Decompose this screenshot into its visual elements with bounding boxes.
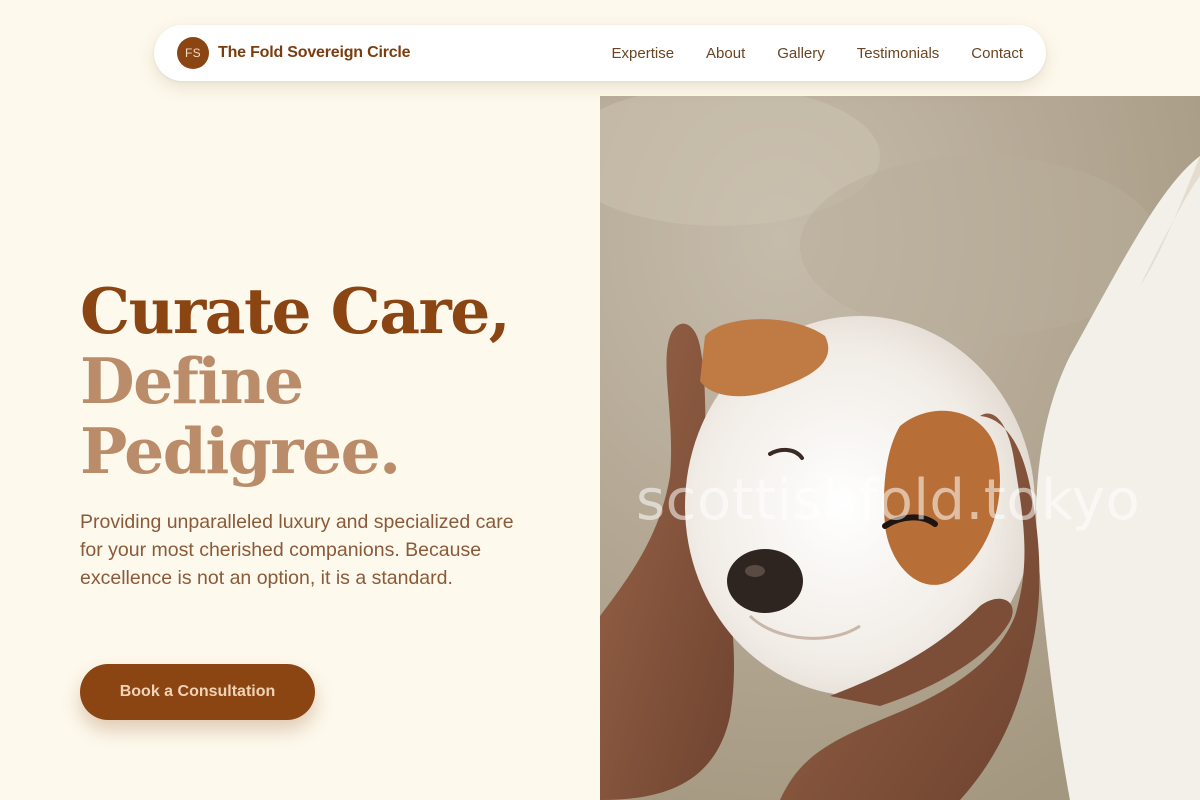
book-consultation-button[interactable]: Book a Consultation [80,664,315,720]
hero-headline: Curate Care, Define Pedigree. [80,276,560,486]
headline-line-2: Define [80,344,304,418]
puppy-illustration [600,96,1200,800]
nav-links: Expertise About Gallery Testimonials Con… [612,45,1023,62]
hero-image: scottishfold.tokyo [600,96,1200,800]
nav-link-contact[interactable]: Contact [971,45,1023,62]
nav-link-about[interactable]: About [706,45,745,62]
headline-line-3: Pedigree. [80,414,401,488]
nav-link-expertise[interactable]: Expertise [612,45,675,62]
hero-subtitle: Providing unparalleled luxury and specia… [80,511,514,589]
navbar: FS The Fold Sovereign Circle Expertise A… [154,25,1046,81]
brand-name[interactable]: The Fold Sovereign Circle [218,44,411,62]
headline-line-1: Curate Care, [80,274,511,348]
image-watermark: scottishfold.tokyo [636,468,1141,533]
hero-text: Curate Care, Define Pedigree. Providing … [80,276,560,592]
nav-link-gallery[interactable]: Gallery [777,45,825,62]
logo-badge[interactable]: FS [177,37,209,69]
nav-link-testimonials[interactable]: Testimonials [857,45,940,62]
